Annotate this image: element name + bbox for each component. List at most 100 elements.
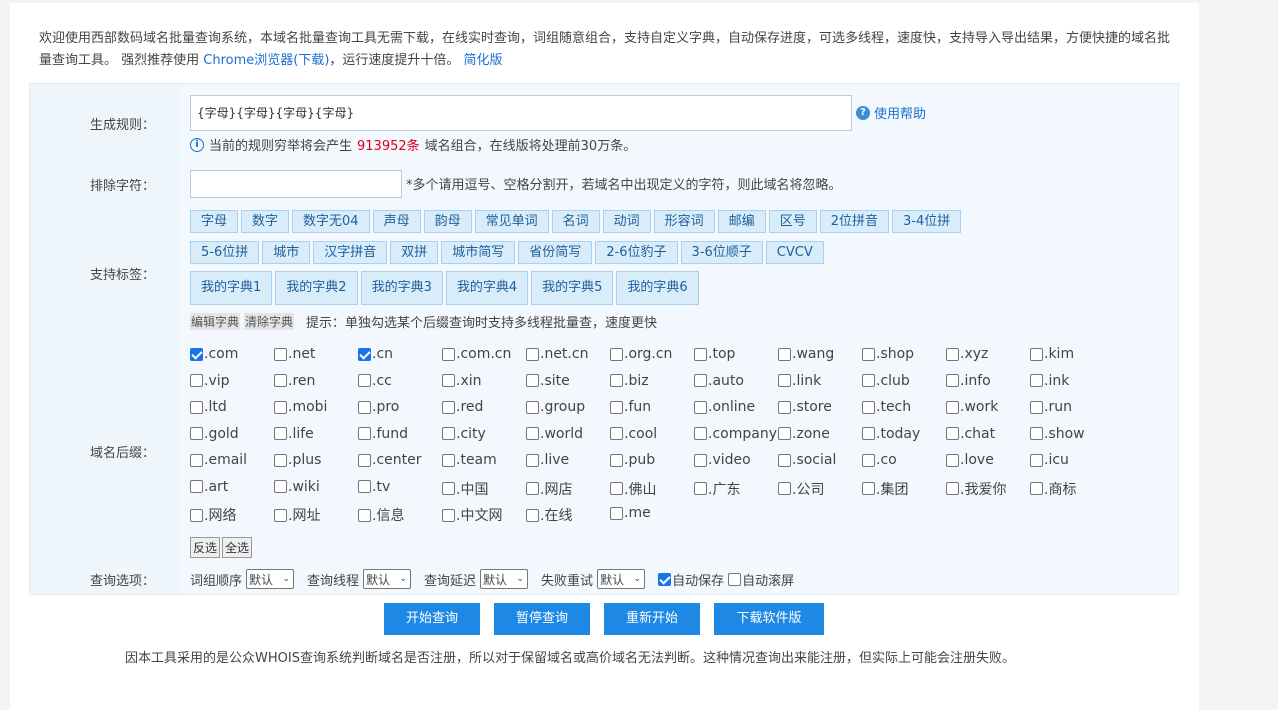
suffix-checkbox[interactable] bbox=[610, 453, 623, 467]
tag-button[interactable]: 邮编 bbox=[717, 210, 766, 233]
suffix-option[interactable]: .wang bbox=[778, 346, 834, 362]
suffix-checkbox[interactable] bbox=[274, 347, 287, 361]
suffix-option[interactable]: .广东 bbox=[694, 479, 740, 499]
suffix-option[interactable]: .网店 bbox=[526, 479, 572, 499]
help-link[interactable]: ? 使用帮助 bbox=[856, 103, 926, 122]
suffix-checkbox[interactable] bbox=[190, 374, 203, 387]
rule-input[interactable]: {字母}{字母}{字母}{字母} bbox=[190, 95, 852, 131]
suffix-option[interactable]: .ltd bbox=[190, 399, 227, 415]
tag-button[interactable]: 3-6位顺子 bbox=[680, 241, 763, 264]
suffix-option[interactable]: .top bbox=[694, 346, 735, 362]
suffix-option[interactable]: .chat bbox=[946, 426, 995, 442]
suffix-option[interactable]: .网址 bbox=[274, 505, 320, 525]
suffix-option[interactable]: .email bbox=[190, 452, 247, 468]
suffix-option[interactable]: .art bbox=[190, 479, 228, 495]
suffix-option[interactable]: .show bbox=[1030, 426, 1085, 442]
suffix-option[interactable]: .team bbox=[442, 452, 497, 468]
suffix-checkbox[interactable] bbox=[1030, 374, 1043, 387]
tag-button[interactable]: 我的字典5 bbox=[531, 271, 614, 305]
suffix-checkbox[interactable] bbox=[1030, 482, 1043, 495]
option-select[interactable]: 默认 ⌄ bbox=[363, 569, 412, 589]
tag-button[interactable]: 动词 bbox=[602, 210, 651, 233]
suffix-option[interactable]: .net.cn bbox=[526, 346, 588, 362]
suffix-checkbox[interactable] bbox=[946, 453, 959, 467]
suffix-option[interactable]: .xin bbox=[442, 373, 482, 389]
suffix-checkbox[interactable] bbox=[358, 400, 371, 414]
suffix-checkbox[interactable] bbox=[442, 400, 455, 414]
start-query-button[interactable]: 开始查询 bbox=[384, 603, 480, 635]
option-select[interactable]: 默认 ⌄ bbox=[480, 569, 529, 589]
suffix-option[interactable]: .kim bbox=[1030, 346, 1074, 362]
suffix-checkbox[interactable] bbox=[694, 374, 707, 387]
option-select[interactable]: 默认 ⌄ bbox=[246, 569, 295, 589]
suffix-option[interactable]: .佛山 bbox=[610, 479, 656, 499]
tag-button[interactable]: 我的字典3 bbox=[360, 271, 443, 305]
suffix-option[interactable]: .store bbox=[778, 399, 832, 415]
suffix-option[interactable]: .info bbox=[946, 373, 991, 389]
suffix-checkbox[interactable] bbox=[190, 453, 203, 467]
suffix-option[interactable]: .mobi bbox=[274, 399, 327, 415]
suffix-option[interactable]: .中文网 bbox=[442, 505, 502, 525]
suffix-checkbox[interactable] bbox=[778, 482, 791, 495]
suffix-option[interactable]: .love bbox=[946, 452, 994, 468]
tag-button[interactable]: 汉字拼音 bbox=[313, 241, 388, 264]
suffix-option[interactable]: .fund bbox=[358, 426, 408, 442]
suffix-checkbox[interactable] bbox=[862, 374, 875, 387]
suffix-checkbox[interactable] bbox=[946, 374, 959, 387]
suffix-checkbox[interactable] bbox=[778, 374, 791, 387]
suffix-checkbox[interactable] bbox=[442, 347, 455, 361]
suffix-option[interactable]: .网络 bbox=[190, 505, 236, 525]
suffix-checkbox[interactable] bbox=[1030, 453, 1043, 467]
suffix-checkbox[interactable] bbox=[862, 400, 875, 414]
tag-button[interactable]: 我的字典2 bbox=[275, 271, 358, 305]
suffix-option[interactable]: .shop bbox=[862, 346, 914, 362]
suffix-checkbox[interactable] bbox=[694, 482, 707, 495]
suffix-checkbox[interactable] bbox=[778, 427, 791, 440]
suffix-checkbox[interactable] bbox=[358, 453, 371, 467]
suffix-checkbox[interactable] bbox=[778, 347, 791, 361]
suffix-checkbox[interactable] bbox=[190, 427, 203, 440]
suffix-checkbox[interactable] bbox=[862, 427, 875, 440]
suffix-checkbox[interactable] bbox=[442, 427, 455, 440]
suffix-option[interactable]: .tech bbox=[862, 399, 911, 415]
suffix-option[interactable]: .red bbox=[442, 399, 483, 415]
suffix-checkbox[interactable] bbox=[610, 506, 623, 520]
suffix-checkbox[interactable] bbox=[358, 508, 371, 522]
tag-button[interactable]: CVCV bbox=[765, 241, 824, 264]
suffix-checkbox[interactable] bbox=[610, 400, 623, 414]
suffix-checkbox[interactable] bbox=[442, 453, 455, 467]
suffix-checkbox[interactable] bbox=[946, 347, 959, 361]
tag-button[interactable]: 双拼 bbox=[390, 241, 439, 264]
suffix-checkbox[interactable] bbox=[190, 400, 203, 414]
suffix-option[interactable]: .zone bbox=[778, 426, 830, 442]
suffix-checkbox[interactable] bbox=[946, 400, 959, 414]
suffix-checkbox[interactable] bbox=[610, 374, 623, 387]
suffix-option[interactable]: .biz bbox=[610, 373, 649, 389]
suffix-option[interactable]: .link bbox=[778, 373, 821, 389]
suffix-checkbox[interactable] bbox=[526, 508, 539, 522]
suffix-option[interactable]: .ren bbox=[274, 373, 315, 389]
suffix-option[interactable]: .cn bbox=[358, 346, 393, 362]
suffix-checkbox[interactable] bbox=[694, 427, 707, 440]
suffix-option[interactable]: .tv bbox=[358, 479, 390, 495]
invert-select-button[interactable]: 反选 bbox=[190, 537, 221, 558]
edit-dict-button[interactable]: 编辑字典 bbox=[190, 313, 241, 330]
suffix-checkbox[interactable] bbox=[274, 374, 287, 387]
suffix-option[interactable]: .xyz bbox=[946, 346, 988, 362]
suffix-checkbox[interactable] bbox=[946, 482, 959, 495]
suffix-checkbox[interactable] bbox=[190, 508, 203, 522]
tag-button[interactable]: 我的字典4 bbox=[445, 271, 529, 305]
tag-button[interactable]: 数字 bbox=[241, 210, 290, 233]
suffix-checkbox[interactable] bbox=[610, 427, 623, 440]
suffix-checkbox[interactable] bbox=[778, 453, 791, 467]
chrome-download-link[interactable]: Chrome浏览器(下载) bbox=[203, 53, 329, 68]
suffix-checkbox[interactable] bbox=[526, 427, 539, 440]
suffix-option[interactable]: .me bbox=[610, 505, 651, 521]
suffix-option[interactable]: .video bbox=[694, 452, 751, 468]
suffix-option[interactable]: .org.cn bbox=[610, 346, 672, 362]
suffix-option[interactable]: .在线 bbox=[526, 505, 572, 525]
clear-dict-button[interactable]: 清除字典 bbox=[244, 313, 295, 330]
suffix-checkbox[interactable] bbox=[862, 453, 875, 467]
suffix-option[interactable]: .集团 bbox=[862, 479, 908, 499]
suffix-checkbox[interactable] bbox=[358, 347, 371, 361]
